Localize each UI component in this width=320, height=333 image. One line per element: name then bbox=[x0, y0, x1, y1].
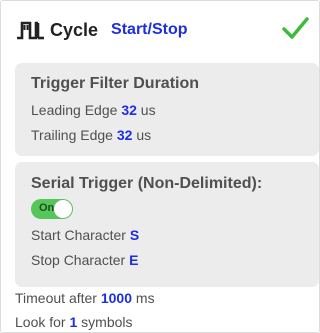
trigger-pulse-icon bbox=[17, 21, 44, 40]
cycle-title: Cycle bbox=[50, 19, 99, 40]
stop-character-label: Stop Character bbox=[31, 252, 126, 268]
trigger-filter-title: Trigger Filter Duration bbox=[31, 75, 200, 92]
leading-edge-unit: us bbox=[140, 102, 156, 118]
leading-edge-row: Leading Edge 32 us bbox=[31, 102, 156, 118]
cycle-header: Cycle Start/Stop bbox=[15, 15, 188, 45]
toggle-on-label: On bbox=[39, 202, 55, 214]
serial-trigger-title: Serial Trigger (Non-Delimited): bbox=[31, 175, 263, 192]
symbols-label: Look for bbox=[15, 314, 66, 330]
timeout-value[interactable]: 1000 bbox=[101, 290, 132, 306]
serial-trigger-toggle[interactable]: On bbox=[31, 199, 73, 219]
trailing-edge-row: Trailing Edge 32 us bbox=[31, 127, 151, 143]
symbols-row: Look for 1 symbols bbox=[15, 314, 133, 330]
start-character-label: Start Character bbox=[31, 227, 126, 243]
cycle-mode-link[interactable]: Start/Stop bbox=[111, 21, 187, 39]
symbols-value[interactable]: 1 bbox=[69, 314, 77, 330]
leading-edge-value[interactable]: 32 bbox=[121, 102, 137, 118]
stop-character-value[interactable]: E bbox=[129, 252, 138, 268]
toggle-knob bbox=[54, 200, 72, 218]
serial-trigger-section: Serial Trigger (Non-Delimited): On Start… bbox=[15, 162, 319, 287]
start-character-value[interactable]: S bbox=[130, 227, 139, 243]
checkmark-icon bbox=[282, 17, 309, 39]
stop-character-row: Stop Character E bbox=[31, 252, 138, 268]
leading-edge-label: Leading Edge bbox=[31, 102, 118, 118]
timeout-label: Timeout after bbox=[15, 290, 97, 306]
trailing-edge-label: Trailing Edge bbox=[31, 127, 113, 143]
timeout-unit: ms bbox=[135, 290, 155, 306]
trigger-filter-section: Trigger Filter Duration Leading Edge 32 … bbox=[15, 63, 319, 156]
start-character-row: Start Character S bbox=[31, 227, 139, 243]
cycle-settings-panel: Cycle Start/Stop Trigger Filter Duration… bbox=[0, 0, 320, 333]
trailing-edge-value[interactable]: 32 bbox=[117, 127, 133, 143]
trailing-edge-unit: us bbox=[136, 127, 152, 143]
symbols-unit: symbols bbox=[81, 314, 133, 330]
timeout-row: Timeout after 1000 ms bbox=[15, 290, 155, 306]
